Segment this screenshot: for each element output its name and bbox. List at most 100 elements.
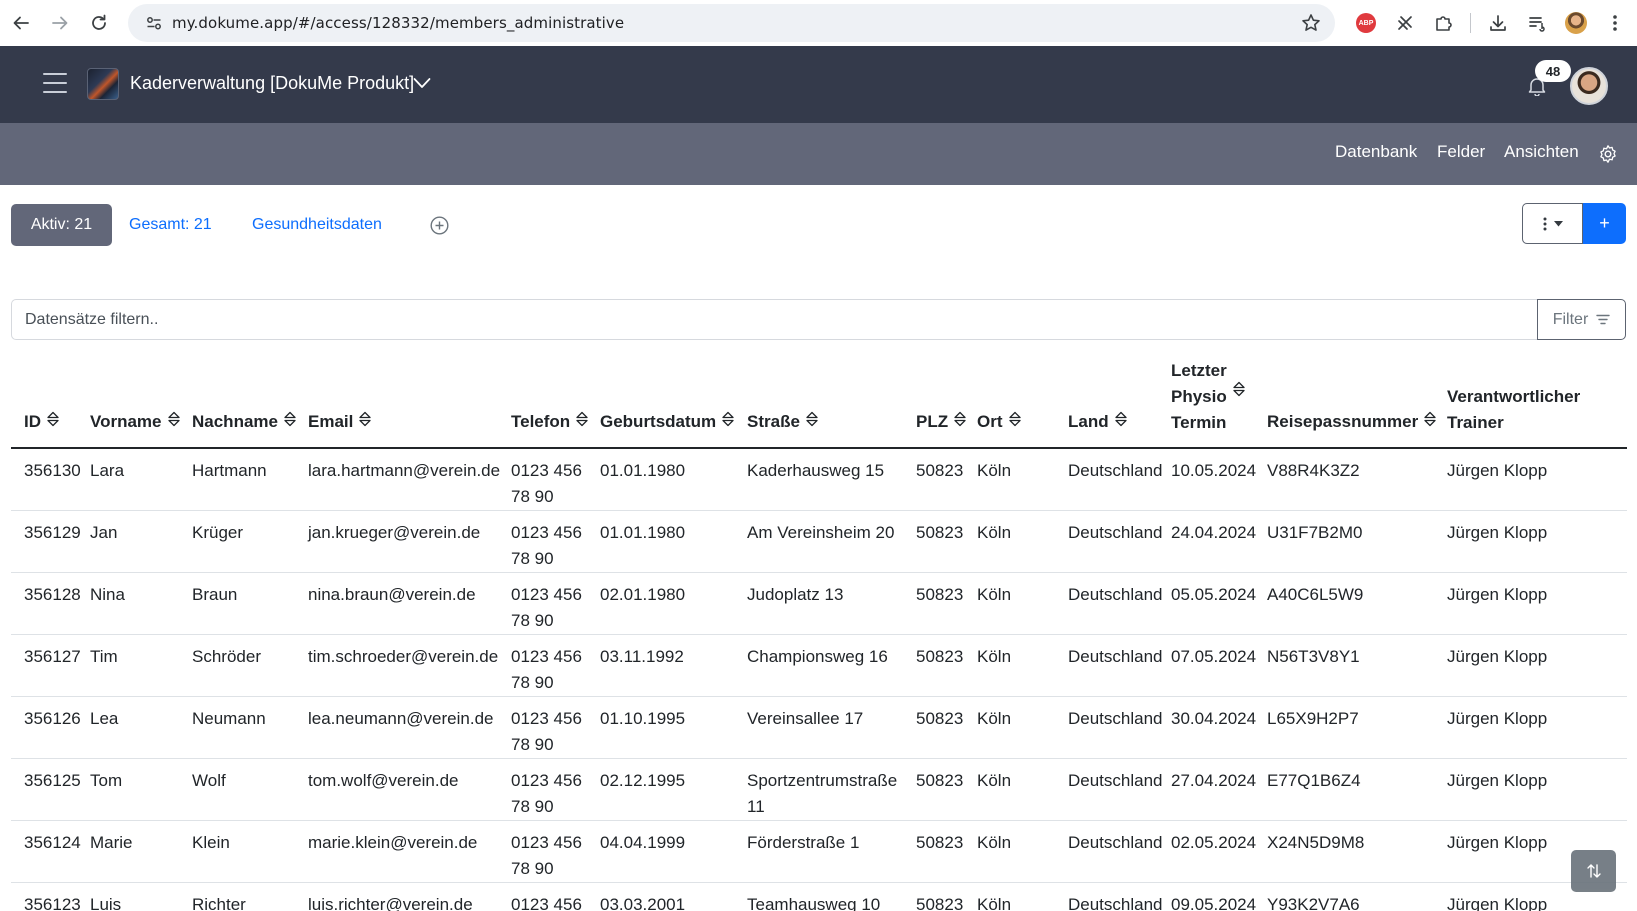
reload-icon[interactable]: [80, 4, 118, 42]
cell-land: Deutschland: [1055, 634, 1163, 697]
app-logo[interactable]: [87, 68, 119, 100]
cell-telefon: 0123 456 78 90: [498, 758, 587, 821]
add-record-button[interactable]: +: [1583, 203, 1626, 244]
bookmark-star-icon[interactable]: [1301, 13, 1321, 38]
tab-gesamt[interactable]: Gesamt: 21: [129, 216, 212, 234]
cell-vorname: Lara: [77, 448, 179, 511]
filter-button[interactable]: Filter: [1537, 299, 1626, 340]
cell-pass: V88R4K3Z2: [1254, 448, 1434, 511]
table-row[interactable]: 356127 Tim Schröder tim.schroeder@verein.de…: [11, 634, 1627, 697]
media-queue-icon[interactable]: [1524, 10, 1550, 36]
sort-icon[interactable]: [1423, 410, 1437, 436]
cell-vorname: Luis: [77, 882, 179, 911]
adblock-extension-icon[interactable]: ABP: [1353, 10, 1379, 36]
column-header-physio[interactable]: Letzter Physio Termin: [1158, 358, 1254, 449]
cell-ort: Köln: [964, 882, 1055, 911]
column-header-reisepassnummer[interactable]: Reisepassnummer: [1254, 358, 1437, 449]
chevron-down-icon[interactable]: [413, 76, 431, 94]
sort-icon[interactable]: [358, 410, 372, 436]
more-options-button[interactable]: [1522, 203, 1583, 244]
sort-icon[interactable]: [953, 410, 967, 436]
profile-avatar[interactable]: [1563, 10, 1589, 36]
table-row[interactable]: 356126 Lea Neumann lea.neumann@verein.de 012…: [11, 696, 1627, 759]
cell-strasse: Am Vereinsheim 20: [734, 510, 903, 573]
nav-ansichten[interactable]: Ansichten: [1504, 142, 1579, 162]
site-settings-icon[interactable]: [136, 14, 172, 32]
cell-telefon: 0123 456 78 90: [498, 696, 587, 759]
add-view-icon[interactable]: [430, 216, 449, 240]
sort-icon[interactable]: [1232, 380, 1246, 406]
sort-icon[interactable]: [283, 410, 297, 436]
column-header-vorname[interactable]: Vorname: [77, 358, 181, 449]
cell-id: 356125: [11, 758, 81, 821]
cell-trainer: Jürgen Klopp: [1434, 572, 1627, 635]
column-header-land[interactable]: Land: [1055, 358, 1158, 449]
cell-trainer: Jürgen Klopp: [1434, 634, 1627, 697]
cell-physio: 10.05.2024: [1158, 448, 1256, 511]
puzzle-extensions-icon[interactable]: [1431, 10, 1457, 36]
browser-menu-icon[interactable]: [1602, 10, 1628, 36]
column-header-telefon[interactable]: Telefon: [498, 358, 589, 449]
cell-land: Deutschland: [1055, 758, 1163, 821]
sort-icon[interactable]: [167, 410, 181, 436]
column-header-geburtsdatum[interactable]: Geburtsdatum: [587, 358, 735, 449]
filter-button-label: Filter: [1552, 310, 1589, 328]
cell-plz: 50823: [903, 882, 964, 911]
records-table-container: ID Vorname Nachname Email Telefon Geburt…: [11, 358, 1627, 911]
cell-trainer: Jürgen Klopp: [1434, 696, 1627, 759]
table-row[interactable]: 356130 Lara Hartmann lara.hartmann@verein.d…: [11, 448, 1627, 511]
user-avatar[interactable]: [1570, 67, 1608, 105]
sort-icon[interactable]: [46, 410, 60, 436]
cell-id: 356128: [11, 572, 81, 635]
cell-vorname: Nina: [77, 572, 179, 635]
notification-badge: 48: [1535, 60, 1571, 82]
forward-icon[interactable]: [41, 4, 79, 42]
nav-felder[interactable]: Felder: [1437, 142, 1485, 162]
settings-gear-icon[interactable]: [1598, 144, 1618, 169]
cell-trainer: Jürgen Klopp: [1434, 510, 1627, 573]
cell-physio: 05.05.2024: [1158, 572, 1256, 635]
sort-icon[interactable]: [1114, 410, 1128, 436]
cell-geburtsdatum: 02.01.1980: [587, 572, 734, 635]
column-header-id[interactable]: ID: [11, 358, 77, 449]
cell-nachname: Krüger: [179, 510, 295, 573]
extension-icon[interactable]: [1392, 10, 1418, 36]
cell-geburtsdatum: 01.01.1980: [587, 510, 734, 573]
cell-nachname: Hartmann: [179, 448, 295, 511]
column-header-email[interactable]: Email: [295, 358, 498, 449]
nav-datenbank[interactable]: Datenbank: [1335, 142, 1417, 162]
filter-input[interactable]: [11, 299, 1538, 340]
scroll-toggle-button[interactable]: [1571, 850, 1616, 892]
column-header-plz[interactable]: PLZ: [903, 358, 967, 449]
tab-aktiv[interactable]: Aktiv: 21: [11, 204, 112, 246]
sort-icon[interactable]: [1008, 410, 1022, 436]
tab-gesundheitsdaten[interactable]: Gesundheitsdaten: [252, 216, 382, 234]
app-title[interactable]: Kaderverwaltung [DokuMe Produkt]: [130, 73, 414, 94]
cell-telefon: 0123 456 78 90: [498, 882, 587, 911]
table-row[interactable]: 356128 Nina Braun nina.braun@verein.de 0123 …: [11, 572, 1627, 635]
sort-icon[interactable]: [721, 410, 735, 436]
sort-icon[interactable]: [805, 410, 819, 436]
column-header-ort[interactable]: Ort: [964, 358, 1055, 449]
cell-geburtsdatum: 01.01.1980: [587, 448, 734, 511]
cell-strasse: Judoplatz 13: [734, 572, 903, 635]
table-row[interactable]: 356129 Jan Krüger jan.krueger@verein.de 0123…: [11, 510, 1627, 573]
cell-trainer: Jürgen Klopp: [1434, 758, 1627, 821]
table-row[interactable]: 356125 Tom Wolf tom.wolf@verein.de 0123 456 …: [11, 758, 1627, 821]
cell-physio: 09.05.2024: [1158, 882, 1256, 911]
download-icon[interactable]: [1485, 10, 1511, 36]
cell-geburtsdatum: 01.10.1995: [587, 696, 734, 759]
sort-icon[interactable]: [575, 410, 589, 436]
table-row[interactable]: 356124 Marie Klein marie.klein@verein.de 012…: [11, 820, 1627, 883]
table-row[interactable]: 356123 Luis Richter luis.richter@verein.de 0…: [11, 882, 1627, 911]
address-bar[interactable]: my.dokume.app/#/access/128332/members_ad…: [128, 4, 1335, 42]
hamburger-menu-icon[interactable]: [43, 73, 67, 93]
cell-land: Deutschland: [1055, 510, 1163, 573]
cell-strasse: Teamhausweg 10: [734, 882, 903, 911]
column-header-trainer[interactable]: Verantwortlicher Trainer: [1434, 358, 1627, 449]
column-header-strasse[interactable]: Straße: [734, 358, 903, 449]
sort-arrows-icon: [1586, 864, 1601, 878]
back-icon[interactable]: [2, 4, 40, 42]
column-header-nachname[interactable]: Nachname: [179, 358, 297, 449]
cell-strasse: Förderstraße 1: [734, 820, 903, 883]
